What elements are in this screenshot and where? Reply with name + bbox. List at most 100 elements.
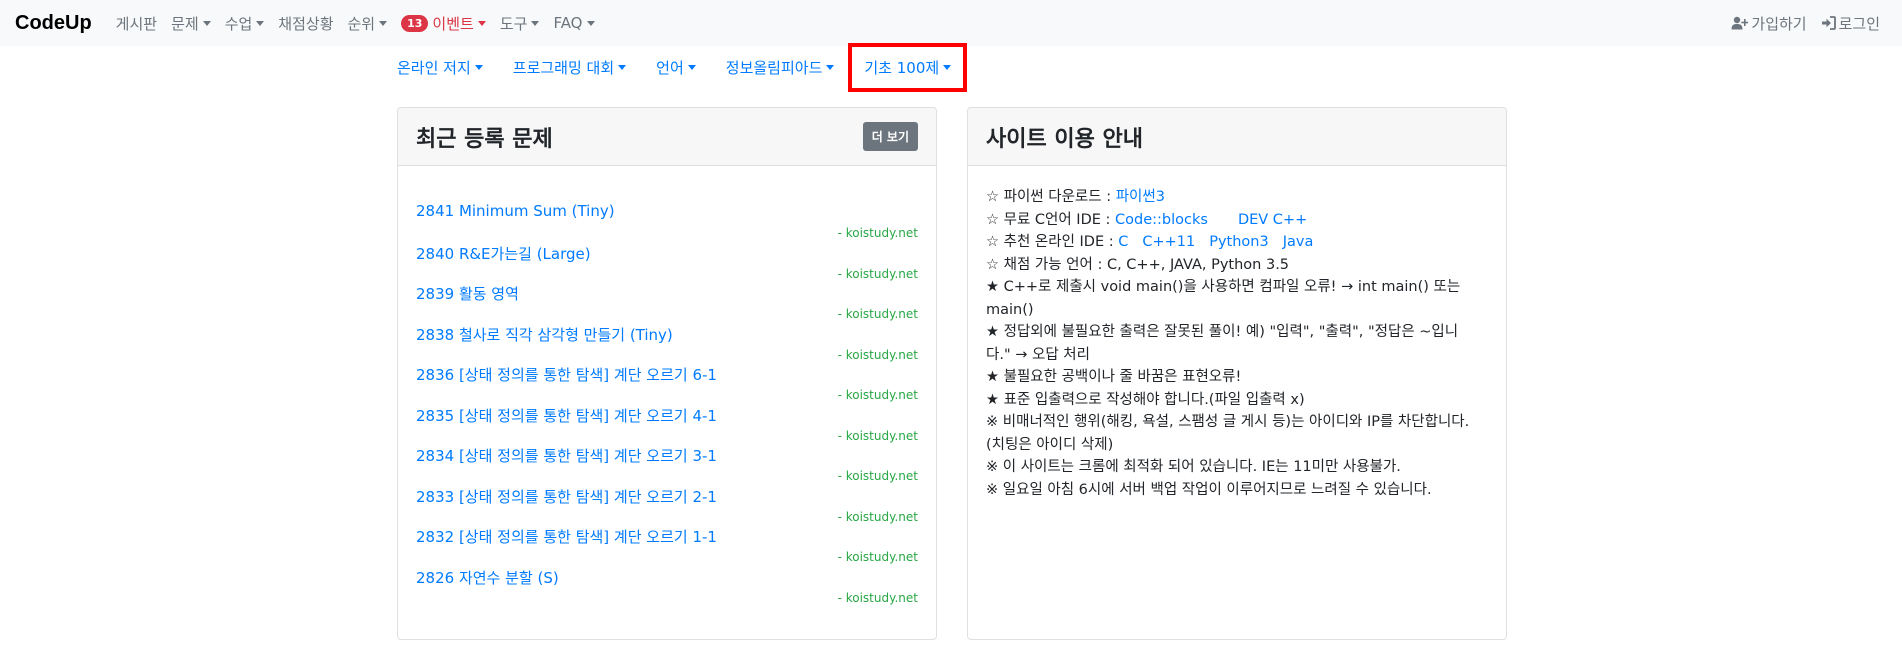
signup-link[interactable]: 가입하기 bbox=[1731, 13, 1807, 34]
guide-line: main() bbox=[986, 301, 1034, 318]
caret-down-icon bbox=[474, 65, 483, 70]
nav-problems-label: 문제 bbox=[171, 14, 199, 33]
caret-down-icon bbox=[202, 20, 211, 26]
nav-event[interactable]: 13 이벤트 bbox=[401, 13, 486, 34]
subnav-language-label: 언어 bbox=[656, 59, 684, 77]
problem-link[interactable]: 2834 [상태 정의를 통한 탐색] 계단 오르기 3-1 bbox=[416, 445, 918, 466]
nav-faq[interactable]: FAQ bbox=[553, 14, 595, 32]
problem-link[interactable]: 2838 철사로 직각 삼각형 만들기 (Tiny) bbox=[416, 324, 918, 345]
nav-faq-label: FAQ bbox=[553, 14, 583, 32]
caret-down-icon bbox=[618, 65, 627, 70]
sign-in-icon bbox=[1821, 16, 1836, 30]
nav-ranking-label: 순위 bbox=[347, 14, 376, 33]
event-count-badge: 13 bbox=[401, 14, 429, 32]
recent-problems-title: 최근 등록 문제 bbox=[416, 126, 553, 152]
subnav-basic-100[interactable]: 기초 100제 bbox=[848, 43, 968, 92]
online-ide-cpp11-link[interactable]: C++11 bbox=[1142, 234, 1195, 250]
site-guide-header: 사이트 이용 안내 bbox=[968, 108, 1506, 166]
nav-problems[interactable]: 문제 bbox=[171, 13, 211, 34]
list-item: 2826 자연수 분할 (S) - koistudy.net bbox=[416, 567, 918, 608]
nav-tools[interactable]: 도구 bbox=[500, 13, 540, 34]
nav-ranking[interactable]: 순위 bbox=[348, 13, 388, 34]
problem-link[interactable]: 2826 자연수 분할 (S) bbox=[416, 567, 918, 588]
site-guide-title: 사이트 이용 안내 bbox=[986, 126, 1143, 152]
subnav-contest[interactable]: 프로그래밍 대회 bbox=[512, 57, 627, 78]
problem-source: - koistudy.net bbox=[837, 226, 918, 240]
more-button[interactable]: 더 보기 bbox=[862, 122, 918, 151]
problem-source: - koistudy.net bbox=[837, 347, 918, 362]
problem-source: - koistudy.net bbox=[837, 550, 918, 564]
problem-link[interactable]: 2841 Minimum Sum (Tiny) bbox=[416, 202, 918, 220]
list-item: 2836 [상태 정의를 통한 탐색] 계단 오르기 6-1 - koistudy… bbox=[416, 364, 918, 405]
list-item: 2832 [상태 정의를 통한 탐색] 계단 오르기 1-1 - koistudy… bbox=[416, 526, 918, 567]
problem-link[interactable]: 2832 [상태 정의를 통한 탐색] 계단 오르기 1-1 bbox=[416, 526, 918, 547]
subnav-language[interactable]: 언어 bbox=[656, 57, 696, 78]
nav-event-label: 이벤트 bbox=[432, 14, 474, 33]
nav-board-label: 게시판 bbox=[115, 14, 158, 33]
guide-line: ★ 표준 입출력으로 작성해야 합니다.(파일 입출력 x) bbox=[986, 391, 1305, 408]
list-item: 2840 R&E가는길 (Large) - koistudy.net bbox=[416, 243, 918, 284]
online-ide-c-link[interactable]: C bbox=[1118, 234, 1128, 250]
online-ide-label: ☆ 추천 온라인 IDE : bbox=[986, 234, 1119, 250]
nav-lessons[interactable]: 수업 bbox=[225, 13, 265, 34]
user-plus-icon bbox=[1731, 16, 1749, 30]
problem-source: - koistudy.net bbox=[837, 590, 918, 605]
problem-source: - koistudy.net bbox=[837, 469, 918, 483]
devcpp-link[interactable]: DEV C++ bbox=[1238, 212, 1307, 228]
guide-line: ※ 일요일 아침 6시에 서버 백업 작업이 이루어지므로 느려질 수 있습니다… bbox=[986, 481, 1432, 498]
guide-line: (치팅은 아이디 삭제) bbox=[986, 436, 1114, 453]
nav-account: 가입하기 로그인 bbox=[1717, 0, 1880, 46]
caret-down-icon bbox=[687, 65, 696, 70]
guide-line: ★ 정답외에 불필요한 출력은 잘못된 풀이! 예) "입력", "출력", "… bbox=[986, 324, 1459, 340]
site-guide-list: ☆ 파이썬 다운로드 : 파이썬3 ☆ 무료 C언어 IDE : Code::b… bbox=[968, 166, 1506, 501]
recent-problems-card: 최근 등록 문제 더 보기 2841 Minimum Sum (Tiny) - k… bbox=[397, 107, 937, 640]
guide-line: ☆ 채점 가능 언어 : C, C++, JAVA, Python 3.5 bbox=[986, 256, 1290, 273]
list-item: 2833 [상태 정의를 통한 탐색] 계단 오르기 2-1 - koistudy… bbox=[416, 486, 918, 527]
list-item: 2841 Minimum Sum (Tiny) - koistudy.net bbox=[416, 202, 918, 243]
subnav-basic-100-label: 기초 100제 bbox=[864, 59, 940, 77]
nav-status-label: 채점상황 bbox=[278, 14, 334, 33]
brand-logo[interactable]: CodeUp bbox=[15, 12, 92, 35]
caret-down-icon bbox=[943, 65, 952, 70]
codeblocks-link[interactable]: Code::blocks bbox=[1115, 212, 1208, 228]
problem-source: - koistudy.net bbox=[837, 428, 918, 443]
nav-status[interactable]: 채점상황 bbox=[278, 13, 333, 34]
guide-line: ※ 이 사이트는 크롬에 최적화 되어 있습니다. IE는 11미만 사용불가. bbox=[986, 459, 1401, 475]
login-link[interactable]: 로그인 bbox=[1821, 13, 1880, 34]
caret-down-icon bbox=[826, 65, 835, 70]
login-label: 로그인 bbox=[1838, 14, 1880, 33]
top-navbar: CodeUp 게시판 문제 수업 채점상황 순위 13 이벤트 도구 FAQ 가입… bbox=[0, 0, 1902, 46]
problem-link[interactable]: 2840 R&E가는길 (Large) bbox=[416, 243, 918, 264]
problem-link[interactable]: 2839 활동 영역 bbox=[416, 283, 918, 304]
caret-down-icon bbox=[256, 20, 265, 26]
c-ide-label: ☆ 무료 C언어 IDE : bbox=[986, 211, 1116, 228]
list-item: 2834 [상태 정의를 통한 탐색] 계단 오르기 3-1 - koistudy… bbox=[416, 445, 918, 486]
problem-link[interactable]: 2836 [상태 정의를 통한 탐색] 계단 오르기 6-1 bbox=[416, 364, 918, 385]
problem-source: - koistudy.net bbox=[837, 307, 918, 321]
python3-link[interactable]: 파이썬3 bbox=[1116, 189, 1165, 205]
c-ide-line: ☆ 무료 C언어 IDE : Code::blocks DEV C++ bbox=[986, 209, 1488, 232]
subnav-online-judge[interactable]: 온라인 저지 bbox=[397, 57, 483, 78]
subnav-contest-label: 프로그래밍 대회 bbox=[512, 59, 615, 77]
category-nav: 온라인 저지 프로그래밍 대회 언어 정보올림피아드 기초 100제 bbox=[397, 43, 993, 92]
caret-down-icon bbox=[477, 20, 486, 26]
python-download-label: ☆ 파이썬 다운로드 : bbox=[986, 189, 1116, 205]
subnav-olympiad[interactable]: 정보올림피아드 bbox=[726, 57, 835, 78]
caret-down-icon bbox=[379, 20, 388, 26]
nav-tools-label: 도구 bbox=[499, 14, 528, 33]
problem-source: - koistudy.net bbox=[837, 266, 918, 281]
subnav-olympiad-label: 정보올림피아드 bbox=[725, 59, 823, 77]
list-item: 2838 철사로 직각 삼각형 만들기 (Tiny) - koistudy.net bbox=[416, 324, 918, 365]
list-item: 2839 활동 영역 - koistudy.net bbox=[416, 283, 918, 324]
nav-board[interactable]: 게시판 bbox=[116, 13, 157, 34]
nav-lessons-label: 수업 bbox=[224, 14, 253, 33]
online-ide-python3-link[interactable]: Python3 bbox=[1209, 234, 1269, 250]
guide-line: 다." → 오답 처리 bbox=[986, 346, 1090, 363]
problem-link[interactable]: 2833 [상태 정의를 통한 탐색] 계단 오르기 2-1 bbox=[416, 486, 918, 507]
guide-line: ★ C++로 제출시 void main()을 사용하면 컴파일 오류! → i… bbox=[986, 279, 1461, 295]
guide-line: ★ 불필요한 공백이나 줄 바꿈은 표현오류! bbox=[986, 369, 1242, 385]
online-ide-line: ☆ 추천 온라인 IDE : C C++11 Python3 Java bbox=[986, 231, 1488, 254]
recent-problems-header: 최근 등록 문제 더 보기 bbox=[398, 108, 936, 166]
online-ide-java-link[interactable]: Java bbox=[1283, 234, 1314, 250]
problem-link[interactable]: 2835 [상태 정의를 통한 탐색] 계단 오르기 4-1 bbox=[416, 405, 918, 426]
